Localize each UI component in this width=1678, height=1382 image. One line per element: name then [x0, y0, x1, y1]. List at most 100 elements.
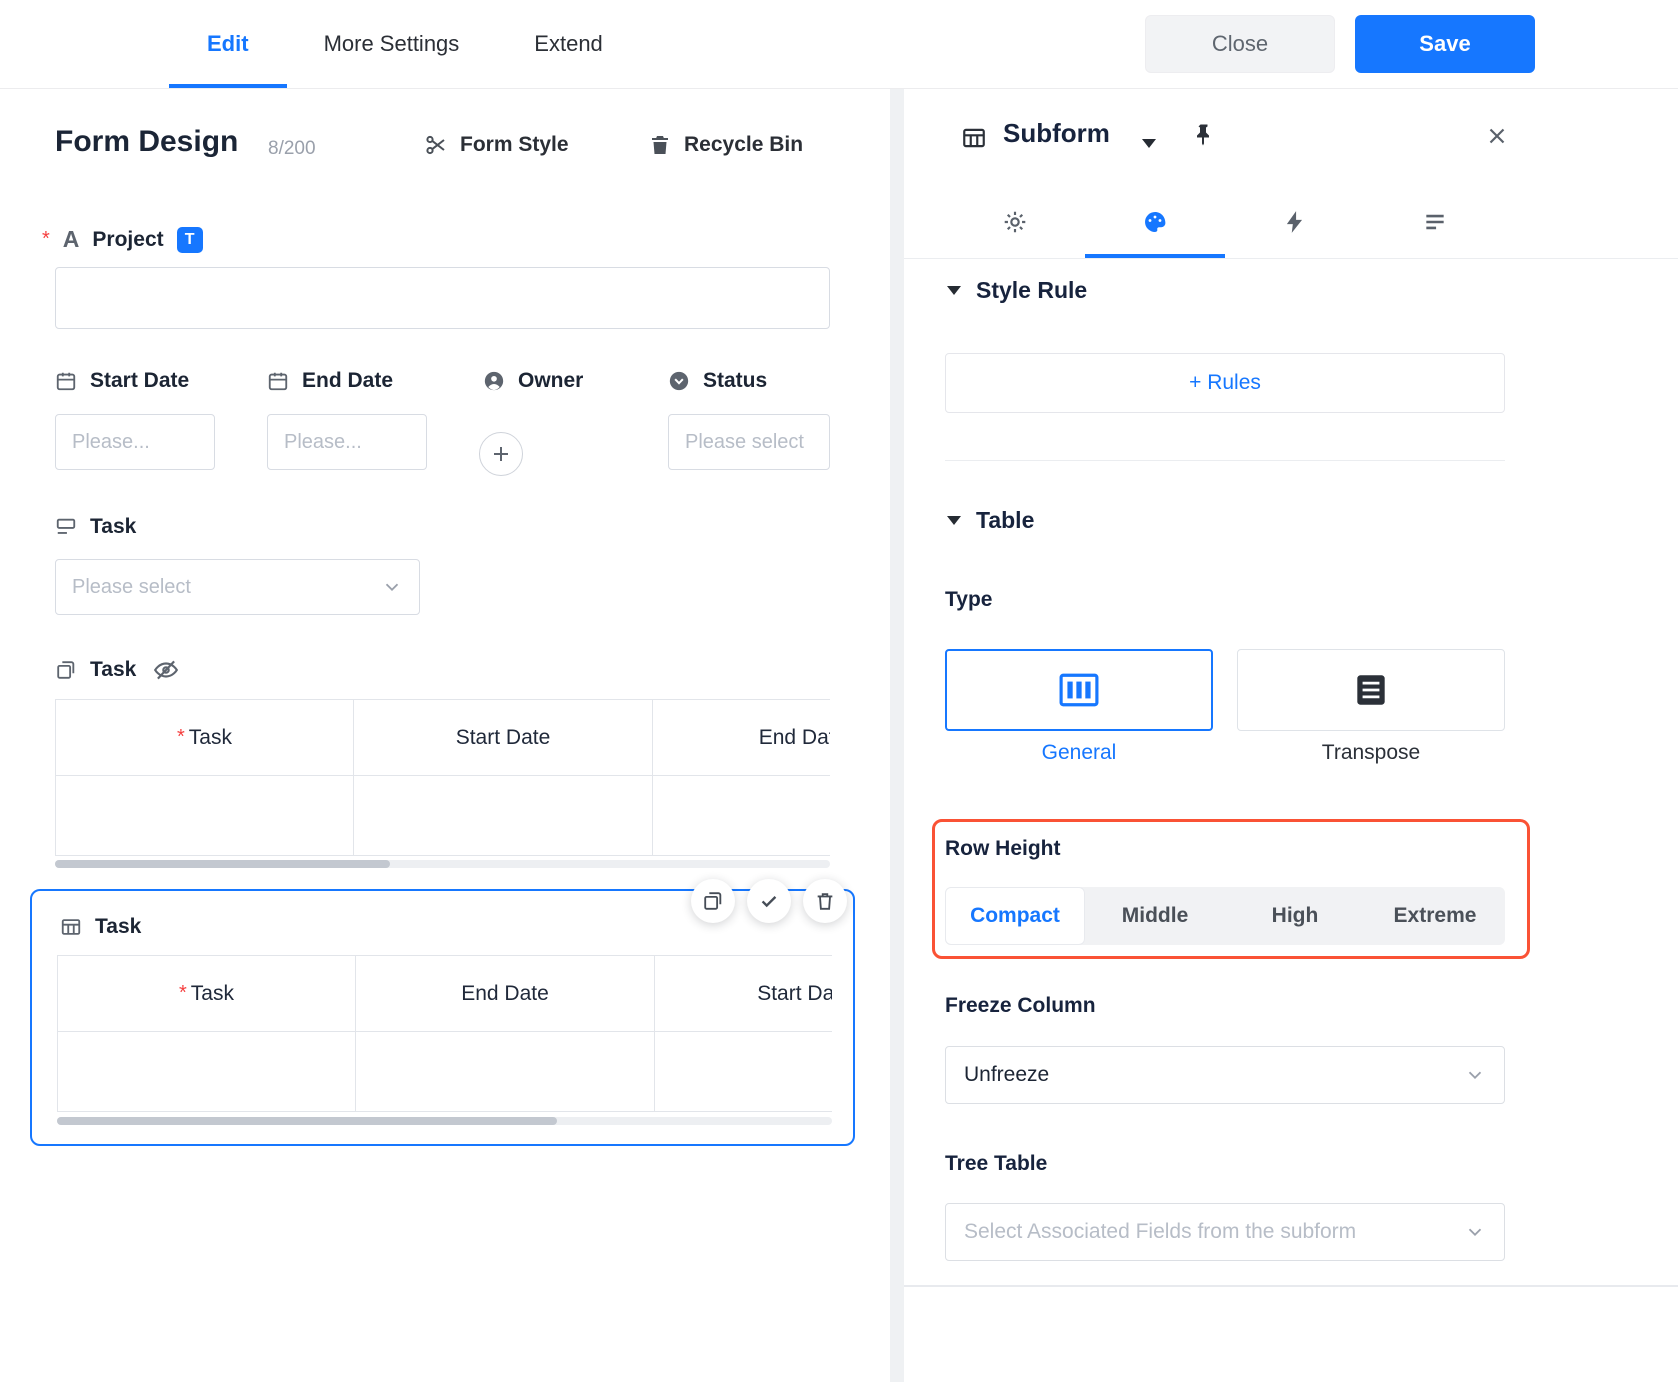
calendar-icon [267, 370, 289, 392]
horizontal-scrollbar[interactable] [57, 1117, 832, 1125]
subform-settings-panel: Subform Style Rule + Rules Table Type Ge… [904, 89, 1678, 1382]
type-option-transpose[interactable] [1237, 649, 1505, 731]
calendar-icon [55, 370, 77, 392]
plus-icon [489, 442, 513, 466]
field-label-text: Project [92, 227, 164, 251]
add-rules-button[interactable]: + Rules [945, 353, 1505, 413]
subform-column-header[interactable]: End Date [356, 956, 655, 1032]
palette-icon [1142, 209, 1168, 235]
section-divider [945, 460, 1505, 461]
field-label-text: Task [95, 915, 142, 938]
start-date-input[interactable]: Please... [55, 414, 215, 470]
horizontal-scrollbar[interactable] [55, 860, 830, 868]
required-asterisk: * [42, 228, 50, 250]
task-select-field-label: Task [55, 515, 136, 539]
tree-table-label: Tree Table [945, 1152, 1048, 1175]
freeze-column-label: Freeze Column [945, 994, 1096, 1017]
subform-column-header[interactable]: End Date [653, 700, 830, 776]
trash-icon [814, 890, 836, 912]
style-rule-section-header[interactable]: Style Rule [947, 277, 1087, 304]
subform-column-header[interactable]: Start Date [354, 700, 653, 776]
selected-subform-label: Task [60, 915, 141, 939]
placeholder-text: Select Associated Fields from the subfor… [964, 1220, 1357, 1243]
status-field-label: Status [668, 369, 767, 393]
tab-edit[interactable]: Edit [169, 0, 286, 88]
subform-column-header[interactable]: Start Date [655, 956, 832, 1032]
form-style-button[interactable]: Form Style [424, 133, 569, 157]
subform-empty-cell [655, 1032, 832, 1112]
field-label-text: Status [703, 369, 768, 392]
rows-table-icon [1351, 673, 1391, 707]
freeze-column-select[interactable]: Unfreeze [945, 1046, 1505, 1104]
subform-empty-cell [58, 1032, 356, 1112]
delete-button[interactable] [803, 879, 847, 923]
owner-field-label: Owner [483, 369, 583, 393]
align-lines-icon [1422, 209, 1448, 235]
field-label-text: Task [90, 515, 137, 538]
page-title: Form Design [55, 125, 239, 158]
type-option-transpose-label[interactable]: Transpose [1237, 741, 1505, 765]
close-button[interactable]: Close [1145, 15, 1335, 73]
close-panel-icon[interactable] [1484, 123, 1510, 149]
field-label-text: Start Date [90, 369, 190, 392]
status-input[interactable]: Please select [668, 414, 830, 470]
row-height-option-compact[interactable]: Compact [945, 887, 1085, 945]
tab-field-list[interactable] [1365, 187, 1505, 257]
column-header-text: End Date [461, 981, 549, 1005]
pin-icon[interactable] [1192, 122, 1216, 146]
table-grid-icon [60, 916, 82, 938]
row-height-option-high[interactable]: High [1225, 887, 1365, 945]
row-height-option-middle[interactable]: Middle [1085, 887, 1225, 945]
field-switcher-caret-icon[interactable] [1142, 139, 1156, 148]
form-design-canvas: Form Design 8/200 Form Style Recycle Bin… [0, 89, 890, 1382]
tab-extend[interactable]: Extend [534, 0, 603, 88]
columns-table-icon [1059, 673, 1099, 707]
eye-off-icon [153, 657, 179, 683]
confirm-button[interactable] [747, 879, 791, 923]
required-asterisk: * [179, 982, 187, 1004]
end-date-field-label: End Date [267, 369, 393, 393]
subform-action-buttons [691, 879, 847, 923]
tab-more-settings[interactable]: More Settings [324, 0, 460, 88]
field-type-badge: T [176, 226, 203, 253]
scrollbar-thumb[interactable] [55, 860, 390, 868]
subform-empty-cell [356, 1032, 655, 1112]
hidden-subform-table[interactable]: * Task Start Date End Date [55, 699, 830, 856]
add-owner-button[interactable] [479, 432, 523, 476]
subform-column-header[interactable]: * Task [56, 700, 354, 776]
start-date-field-label: Start Date [55, 369, 189, 393]
section-title: Style Rule [976, 277, 1088, 303]
row-height-option-extreme[interactable]: Extreme [1365, 887, 1505, 945]
column-header-text: Task [190, 981, 234, 1005]
save-button[interactable]: Save [1355, 15, 1535, 73]
chevron-down-icon [1464, 1064, 1486, 1086]
type-option-general[interactable] [945, 649, 1213, 731]
tab-events[interactable] [1225, 187, 1365, 257]
task-select-dropdown[interactable]: Please select [55, 559, 420, 615]
subform-empty-cell [354, 776, 653, 856]
column-header-text: End Date [758, 725, 830, 749]
subform-column-header[interactable]: * Task [58, 956, 356, 1032]
panel-title: Subform [1003, 118, 1110, 148]
recycle-bin-button[interactable]: Recycle Bin [648, 133, 803, 157]
trash-icon [648, 133, 672, 157]
tree-table-select[interactable]: Select Associated Fields from the subfor… [945, 1203, 1505, 1261]
type-option-general-label[interactable]: General [945, 741, 1213, 765]
tabs-divider [904, 258, 1678, 259]
tab-style[interactable] [1085, 187, 1225, 258]
table-section-header[interactable]: Table [947, 507, 1034, 534]
end-date-input[interactable]: Please... [267, 414, 427, 470]
subform-empty-cell [653, 776, 830, 856]
copy-button[interactable] [691, 879, 735, 923]
placeholder-text: Please... [284, 430, 362, 453]
selected-subform-card[interactable]: Task * Task End Date Start Date [30, 879, 855, 1146]
scissors-icon [424, 133, 448, 157]
gear-icon [1002, 209, 1028, 235]
scrollbar-thumb[interactable] [57, 1117, 557, 1125]
tab-field-settings[interactable] [945, 187, 1085, 257]
selected-subform-table[interactable]: * Task End Date Start Date [57, 955, 832, 1112]
project-input[interactable] [55, 267, 830, 329]
dropdown-circle-icon [668, 370, 690, 392]
copy-icon [702, 890, 724, 912]
lightning-icon [1282, 209, 1308, 235]
